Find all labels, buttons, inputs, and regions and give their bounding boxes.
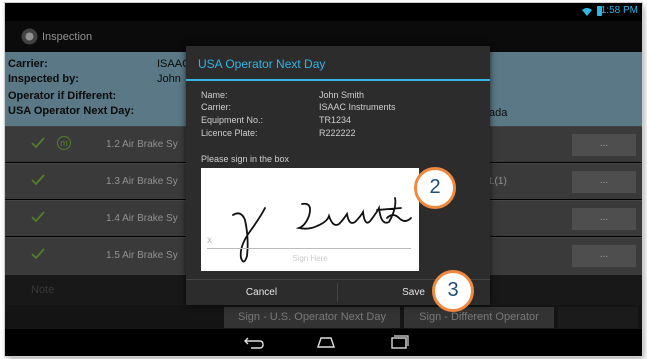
- wifi-icon: [582, 8, 592, 16]
- signature-pad[interactable]: x Sign Here: [201, 168, 419, 271]
- dialog-title: USA Operator Next Day: [198, 57, 326, 71]
- licence-value: R222222: [319, 128, 356, 138]
- equipment-key: Equipment No.:: [201, 115, 264, 125]
- recents-icon[interactable]: [388, 335, 410, 350]
- callout-2: 2: [414, 167, 456, 209]
- callout-3: 3: [432, 270, 474, 312]
- name-key: Name:: [201, 90, 228, 100]
- signature-line: [207, 248, 411, 249]
- sign-prompt: Please sign in the box: [201, 154, 290, 164]
- carrier-value: ISAAC Instruments: [319, 102, 396, 112]
- home-icon[interactable]: [315, 335, 337, 350]
- equipment-value: TR1234: [319, 115, 352, 125]
- signature-x-mark: x: [207, 235, 212, 246]
- dialog-divider: [186, 79, 490, 81]
- tablet-screen: 1:58 PM Inspection Carrier: Inspected by…: [5, 3, 642, 356]
- licence-key: Licence Plate:: [201, 128, 258, 138]
- nav-bar: [5, 329, 642, 356]
- cancel-button[interactable]: Cancel: [186, 280, 337, 305]
- sign-here-hint: Sign Here: [292, 254, 328, 263]
- name-value: John Smith: [319, 90, 365, 100]
- back-icon[interactable]: [243, 335, 265, 350]
- status-time: 1:58 PM: [600, 5, 638, 16]
- status-bar: 1:58 PM: [5, 3, 642, 21]
- screen: 1:58 PM Inspection Carrier: Inspected by…: [0, 0, 647, 359]
- carrier-key: Carrier:: [201, 102, 232, 112]
